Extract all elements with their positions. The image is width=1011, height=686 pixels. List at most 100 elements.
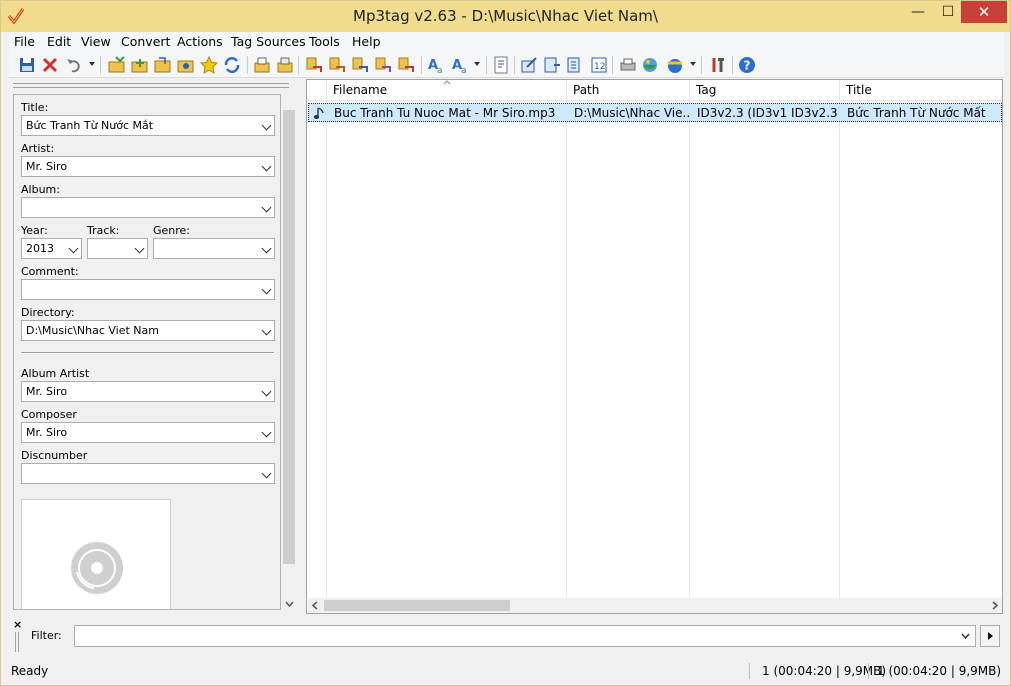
- column-tag[interactable]: Tag: [696, 83, 716, 97]
- print-icon[interactable]: [618, 55, 638, 75]
- comment-label: Comment:: [21, 265, 79, 278]
- add-directory-icon[interactable]: [130, 55, 150, 75]
- title-field[interactable]: Bức Tranh Từ Nước Mắt: [21, 115, 275, 136]
- playlist-icon[interactable]: [176, 55, 196, 75]
- tag-panel-fields: Title: Bức Tranh Từ Nước Mắt Artist: Mr.…: [13, 94, 281, 610]
- scroll-left-icon[interactable]: [312, 601, 318, 610]
- scroll-right-icon[interactable]: [992, 601, 998, 610]
- cd-disc-icon: [71, 542, 123, 594]
- window-title: Mp3tag v2.63 - D:\Music\Nhac Viet Nam\: [353, 7, 658, 25]
- undo-icon[interactable]: [64, 55, 84, 75]
- column-title[interactable]: Title: [846, 83, 872, 97]
- filter-input[interactable]: [74, 625, 976, 647]
- discogs-icon[interactable]: [665, 55, 685, 75]
- column-path[interactable]: Path: [573, 83, 599, 97]
- freedb-icon[interactable]: [640, 55, 660, 75]
- maximize-button[interactable]: ☐: [933, 1, 963, 23]
- composer-field[interactable]: Mr. Siro: [21, 422, 275, 443]
- chevron-down-icon[interactable]: [134, 243, 145, 254]
- filter-close-button[interactable]: ×: [13, 618, 22, 631]
- comment-field[interactable]: [21, 279, 275, 300]
- menu-edit[interactable]: Edit: [47, 34, 71, 49]
- album-field[interactable]: [21, 197, 275, 218]
- format-dropdown-icon[interactable]: [474, 62, 480, 66]
- chevron-down-icon[interactable]: [261, 202, 272, 213]
- export-list-icon[interactable]: [542, 55, 562, 75]
- tag-to-filename-icon[interactable]: [304, 55, 324, 75]
- paste-tag-icon[interactable]: [275, 55, 295, 75]
- favorite-icon[interactable]: [199, 55, 219, 75]
- svg-text:a: a: [437, 66, 443, 75]
- cell-path: D:\Music\Nhac Vie...: [574, 106, 689, 120]
- toolbar-separator: [701, 56, 702, 74]
- chevron-down-icon[interactable]: [261, 284, 272, 295]
- menu-tools[interactable]: Tools: [309, 34, 340, 49]
- artist-field[interactable]: Mr. Siro: [21, 156, 275, 177]
- album-artist-field[interactable]: Mr. Siro: [21, 381, 275, 402]
- column-divider: [326, 80, 327, 598]
- chevron-down-icon[interactable]: [261, 468, 272, 479]
- chevron-down-icon[interactable]: [261, 386, 272, 397]
- extended-tags-icon[interactable]: [491, 55, 511, 75]
- chevron-down-icon[interactable]: [961, 633, 970, 639]
- chevron-down-icon[interactable]: [261, 161, 272, 172]
- discnumber-field[interactable]: [21, 463, 275, 484]
- text-file-to-tag-icon[interactable]: [373, 55, 393, 75]
- chevron-down-icon[interactable]: [261, 325, 272, 336]
- save-icon[interactable]: [17, 55, 37, 75]
- cell-filename: Buc Tranh Tu Nuoc Mat - Mr Siro.mp3: [334, 106, 556, 120]
- case-conversion-icon[interactable]: Aa: [426, 55, 446, 75]
- copy-tag-icon[interactable]: [252, 55, 272, 75]
- autonumber-icon[interactable]: 12: [589, 55, 609, 75]
- chevron-down-icon[interactable]: [261, 120, 272, 131]
- help-icon[interactable]: ?: [737, 55, 757, 75]
- filename-to-tag-icon[interactable]: [327, 55, 347, 75]
- cover-art[interactable]: [21, 499, 171, 609]
- refresh-icon[interactable]: [222, 55, 242, 75]
- discnumber-label: Discnumber: [21, 449, 88, 462]
- menu-file[interactable]: File: [14, 34, 35, 49]
- panel-grip[interactable]: [13, 83, 289, 88]
- genre-field[interactable]: [153, 238, 275, 259]
- scrollbar-thumb[interactable]: [324, 600, 510, 611]
- scrollbar-thumb[interactable]: [283, 110, 295, 564]
- status-divider: [868, 663, 869, 679]
- open-folder-icon[interactable]: [153, 55, 173, 75]
- filter-grip[interactable]: [15, 632, 19, 652]
- chevron-down-icon[interactable]: [261, 427, 272, 438]
- minimize-button[interactable]: —: [903, 1, 933, 23]
- format-icon[interactable]: Aa: [450, 55, 470, 75]
- directory-field[interactable]: D:\Music\Nhac Viet Nam: [21, 320, 275, 341]
- year-field[interactable]: 2013: [21, 238, 82, 259]
- tag-sources-icon[interactable]: [519, 55, 539, 75]
- title-label: Title:: [21, 101, 49, 114]
- menu-help[interactable]: Help: [352, 34, 381, 49]
- track-field[interactable]: [87, 238, 148, 259]
- table-row[interactable]: Buc Tranh Tu Nuoc Mat - Mr Siro.mp3 D:\M…: [308, 103, 1002, 122]
- toolbar-separator: [732, 56, 733, 74]
- cell-title: Bức Tranh Từ Nước Mất: [847, 106, 986, 120]
- menu-actions[interactable]: Actions: [177, 34, 223, 49]
- status-text: Ready: [11, 664, 49, 678]
- filter-apply-button[interactable]: [980, 625, 1000, 647]
- scroll-down-icon[interactable]: [285, 601, 294, 607]
- menu-tag-sources[interactable]: Tag Sources: [231, 34, 306, 49]
- remove-tag-icon[interactable]: [40, 55, 60, 75]
- undo-dropdown-icon[interactable]: [89, 62, 95, 66]
- file-list-hscrollbar[interactable]: [308, 598, 1002, 613]
- column-divider: [689, 80, 690, 598]
- export-list-html-icon[interactable]: [565, 55, 585, 75]
- column-filename[interactable]: Filename: [333, 83, 387, 97]
- status-bar: Ready 1 (00:04:20 | 9,9MB) 1 (00:04:20 |…: [9, 661, 1004, 681]
- change-directory-icon[interactable]: [107, 55, 127, 75]
- tag-panel-scrollbar[interactable]: [281, 94, 297, 610]
- options-icon[interactable]: [708, 55, 728, 75]
- tag-sources-dropdown-icon[interactable]: [690, 62, 696, 66]
- menu-view[interactable]: View: [81, 34, 111, 49]
- close-button[interactable]: ✕: [961, 1, 1007, 23]
- menu-convert[interactable]: Convert: [121, 34, 170, 49]
- chevron-down-icon[interactable]: [68, 243, 79, 254]
- chevron-down-icon[interactable]: [261, 243, 272, 254]
- export-icon[interactable]: [396, 55, 416, 75]
- tag-to-tag-icon[interactable]: [350, 55, 370, 75]
